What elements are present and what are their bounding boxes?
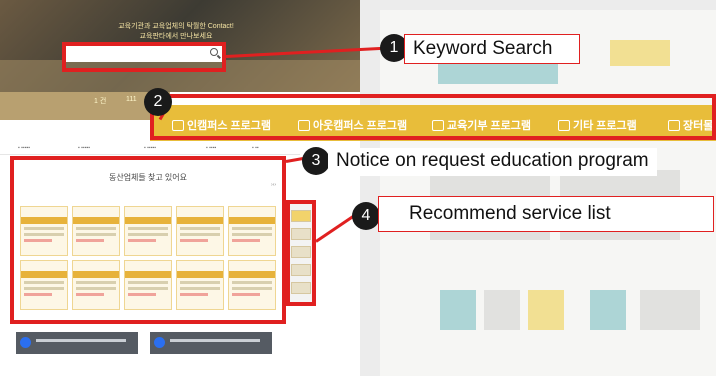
subnav-item[interactable]: ▪ ▪▪▪▪ <box>206 145 216 151</box>
video-thumbnail[interactable] <box>16 332 138 354</box>
subnav-item[interactable]: ▪ ▪▪▪▪▪ <box>18 145 30 151</box>
ghost-product <box>440 290 476 330</box>
video-caption <box>36 339 126 342</box>
annotation-box-search <box>62 42 226 72</box>
ghost-badge <box>610 40 670 66</box>
callout-label-keyword-search: Keyword Search <box>404 34 580 64</box>
video-thumbnail[interactable] <box>150 332 272 354</box>
hero-tagline-line2: 교육판타에서 만나보세요 <box>139 33 213 40</box>
hero-tagline-line1: 교육기관과 교육업체의 탁월한 Contact! <box>118 23 234 30</box>
hero-tagline: 교육기관과 교육업체의 탁월한 Contact! 교육판타에서 만나보세요 <box>96 22 256 42</box>
annotation-box-notice <box>10 156 286 324</box>
callout-badge-4: 4 <box>352 202 380 230</box>
play-icon <box>154 337 165 348</box>
sub-nav: ▪ ▪▪▪▪▪ ▪ ▪▪▪▪▪ ▪ ▪▪▪▪▪ ▪ ▪▪▪▪ ▪ ▪▪ <box>0 143 300 155</box>
video-caption <box>170 339 260 342</box>
connector-line <box>315 214 355 243</box>
ghost-product <box>640 290 700 330</box>
ghost-product <box>484 290 520 330</box>
ghost-product <box>590 290 626 330</box>
subnav-item[interactable]: ▪ ▪▪▪▪▪ <box>144 145 156 151</box>
callout-badge-2: 2 <box>144 88 172 116</box>
subnav-item[interactable]: ▪ ▪▪▪▪▪ <box>78 145 90 151</box>
callout-badge-3: 3 <box>302 147 330 175</box>
stat-count: 1 건 <box>94 98 107 105</box>
callout-label-notice: Notice on request education program <box>328 148 657 176</box>
callout-label-recommend: Recommend service list <box>378 196 714 232</box>
ghost-product <box>528 290 564 330</box>
play-icon <box>20 337 31 348</box>
annotation-box-nav <box>150 94 716 140</box>
annotation-box-recommend <box>286 200 316 306</box>
stat-total: 111 <box>126 96 137 103</box>
subnav-item[interactable]: ▪ ▪▪ <box>252 145 259 151</box>
